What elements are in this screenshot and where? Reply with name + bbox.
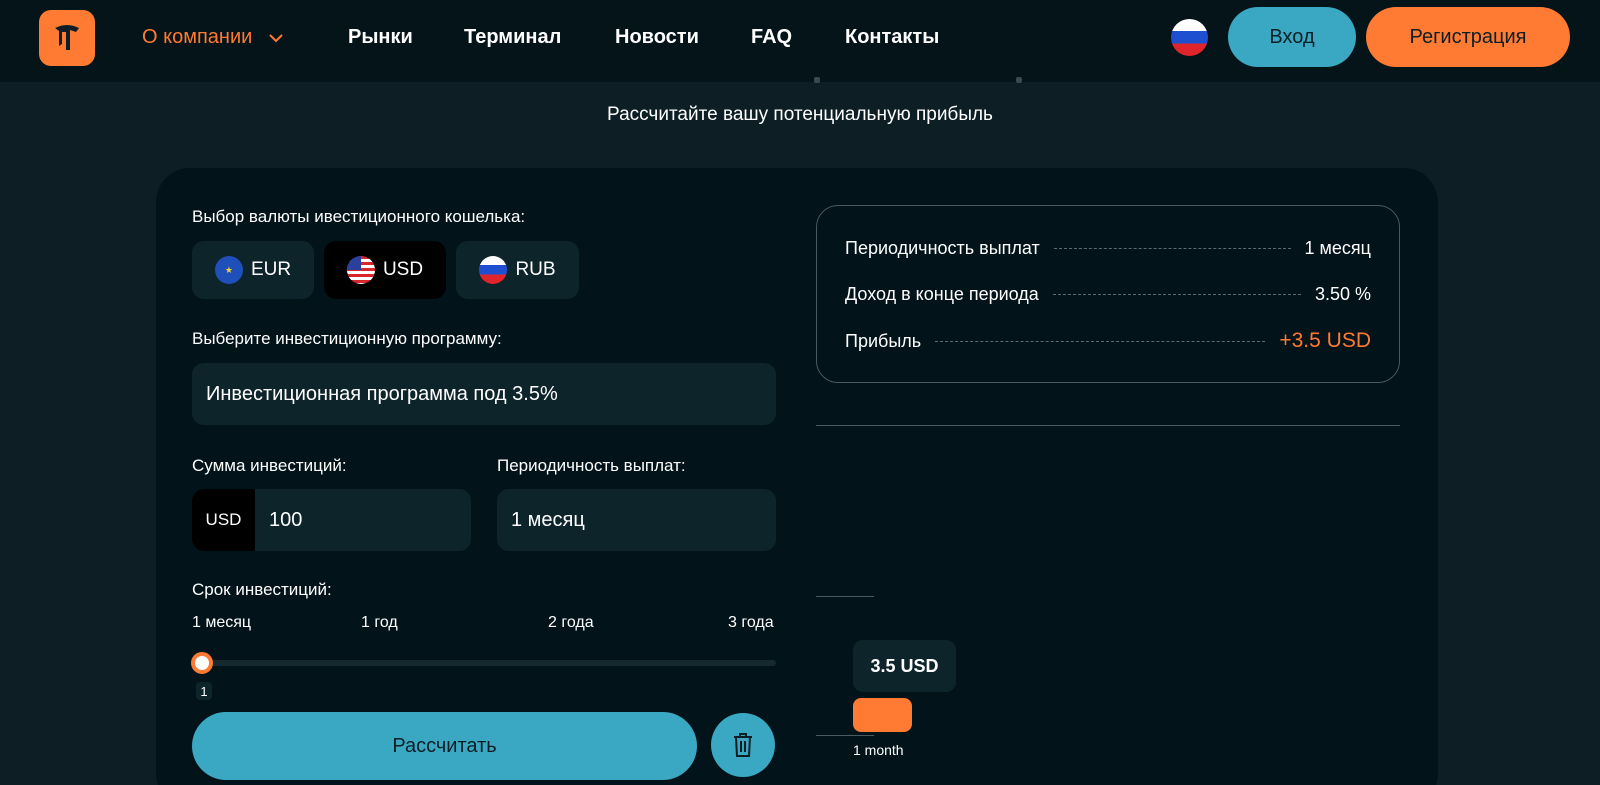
chart-x-tick-label: 1 month — [853, 742, 904, 758]
nav-news[interactable]: Новости — [615, 26, 699, 49]
term-label: Срок инвестиций: — [192, 580, 332, 599]
summary-key: Доход в конце периода — [845, 283, 1039, 304]
nav-about-label: О компании — [142, 26, 253, 48]
currency-code: EUR — [250, 259, 292, 280]
summary-box: Периодичность выплат 1 месяц Доход в кон… — [816, 205, 1400, 383]
nav-markets[interactable]: Рынки — [348, 26, 413, 49]
summary-key: Прибыль — [845, 330, 922, 351]
logo[interactable] — [39, 10, 95, 66]
term-slider-handle[interactable] — [191, 652, 213, 674]
dotted-leader — [1053, 247, 1291, 249]
eu-flag-icon: ★ — [214, 256, 243, 284]
page-subtitle: Рассчитайте вашу потенциальную прибыль — [607, 104, 993, 125]
period-select-value: 1 месяц — [511, 508, 585, 531]
chart-baseline — [816, 735, 874, 736]
amount-currency-tag: USD — [192, 489, 255, 551]
summary-row: Доход в конце периода 3.50 % — [845, 279, 1371, 309]
decorative-divider — [814, 77, 820, 83]
term-tick-label: 1 месяц — [192, 614, 252, 631]
chart-data-label: 3.5 USD — [853, 640, 956, 692]
term-tick-label: 2 года — [548, 614, 594, 631]
term-slider-track[interactable] — [200, 660, 776, 666]
term-slider-value: 1 — [196, 682, 212, 700]
chart-bar[interactable] — [853, 698, 912, 732]
dotted-leader — [1052, 293, 1301, 295]
currency-code: RUB — [515, 259, 556, 280]
currency-label: Выбор валюты ивестиционного кошелька: — [192, 207, 526, 226]
summary-row: Периодичность выплат 1 месяц — [845, 233, 1371, 263]
nav-about[interactable]: О компании — [142, 26, 284, 49]
term-tick-label: 3 года — [728, 614, 774, 631]
period-label: Периодичность выплат: — [497, 456, 686, 475]
summary-value: 3.50 % — [1314, 283, 1371, 304]
currency-rub-button[interactable]: RUB — [456, 241, 579, 299]
program-select[interactable]: Инвестиционная программа под 3.5% — [192, 363, 776, 425]
summary-value: 1 месяц — [1304, 237, 1371, 258]
amount-input-value: 100 — [269, 508, 303, 531]
summary-row: Прибыль +3.5 USD — [845, 326, 1371, 356]
nav-terminal[interactable]: Терминал — [464, 26, 561, 49]
ru-flag-icon — [479, 256, 508, 284]
currency-code: USD — [382, 259, 424, 280]
amount-label: Сумма инвестиций: — [192, 456, 347, 475]
nav-faq[interactable]: FAQ — [751, 26, 792, 49]
logo-icon — [55, 25, 79, 50]
period-select[interactable]: 1 месяц — [497, 489, 776, 551]
decorative-divider — [1016, 77, 1022, 83]
program-label: Выберите инвестиционную программу: — [192, 329, 502, 348]
reset-button[interactable] — [711, 713, 775, 777]
site-header: О компании Рынки Терминал Новости FAQ Ко… — [0, 0, 1600, 82]
trash-icon — [734, 733, 752, 757]
chart-gridline — [816, 596, 874, 597]
divider — [816, 425, 1400, 426]
term-tick-label: 1 год — [361, 614, 398, 631]
nav-contacts[interactable]: Контакты — [845, 26, 939, 49]
chevron-down-icon — [269, 34, 283, 43]
calculate-button[interactable]: Рассчитать — [192, 712, 697, 780]
summary-key: Периодичность выплат — [845, 237, 1040, 258]
register-button[interactable]: Регистрация — [1366, 7, 1570, 67]
dotted-leader — [935, 340, 1266, 342]
currency-usd-button[interactable]: USD — [324, 241, 446, 299]
language-ru-flag-icon[interactable] — [1171, 19, 1208, 56]
currency-eur-button[interactable]: ★ EUR — [192, 241, 314, 299]
profit-value: +3.5 USD — [1279, 329, 1371, 352]
us-flag-icon — [346, 256, 375, 284]
program-select-value: Инвестиционная программа под 3.5% — [206, 382, 558, 405]
login-button[interactable]: Вход — [1228, 7, 1356, 67]
